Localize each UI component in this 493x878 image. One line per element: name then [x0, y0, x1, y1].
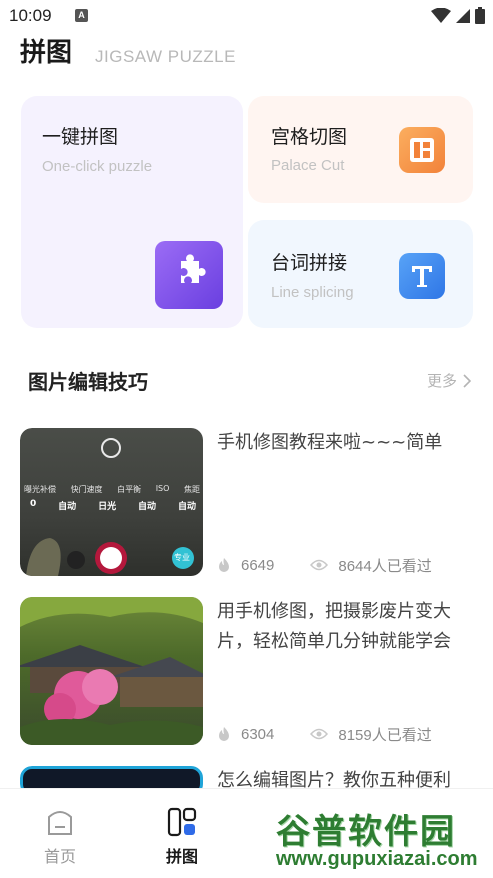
flame-icon [219, 727, 229, 741]
status-time: 10:09 [9, 6, 52, 25]
article-stats: 6304 8159人已看过 [217, 723, 432, 745]
article-title: 用手机修图，把摄影废片变大片，轻松简单几分钟就能学会 [217, 601, 451, 652]
thumb-value: 自动 [177, 502, 196, 512]
thumb-badge: 专业 [174, 553, 190, 562]
article-card[interactable]: 用手机修图，把摄影废片变大片，轻松简单几分钟就能学会 6304 8159人已看过 [20, 597, 472, 745]
accessibility-icon: A [75, 9, 88, 22]
status-bar: 10:09 A [0, 0, 493, 32]
chevron-right-icon [463, 373, 471, 388]
palace-cut-title: 宫格切图 [271, 126, 348, 148]
views-count: 8644人已看过 [338, 557, 432, 575]
tab-puzzle-label: 拼图 [166, 847, 199, 866]
article-stats: 6649 8644人已看过 [217, 554, 432, 576]
palace-cut-subtitle: Palace Cut [271, 157, 345, 174]
views-stat: 8644人已看过 [310, 555, 432, 576]
thumb-label: 白平衡 [117, 485, 142, 494]
page-subtitle: JIGSAW PUZZLE [95, 47, 236, 66]
more-label: 更多 [426, 372, 457, 390]
more-link[interactable]: 更多 [427, 370, 471, 391]
watermark: 谷普软件园 www.gupuxiazai.com [268, 800, 490, 875]
oneclick-puzzle-subtitle: One-click puzzle [42, 158, 153, 175]
tab-home[interactable]: 首页 [44, 807, 76, 867]
tab-home-label: 首页 [44, 847, 77, 866]
wifi-icon [431, 7, 451, 23]
thumb-value: 0 [30, 499, 37, 509]
home-icon [48, 811, 72, 835]
thumb-label: 焦距 [183, 485, 200, 494]
views-stat: 8159人已看过 [310, 724, 432, 745]
tab-puzzle[interactable]: 拼图 [166, 807, 198, 867]
thumb-value: 自动 [58, 502, 77, 512]
article-card[interactable]: 曝光补偿 快门速度 白平衡 ISO 焦距 0 自动 日光 自动 自动 专业 手机… [20, 428, 472, 576]
eye-icon [310, 559, 329, 571]
eye-icon [310, 728, 329, 740]
oneclick-puzzle-title: 一键拼图 [42, 126, 119, 148]
battery-icon [475, 7, 485, 24]
flame-icon [219, 558, 229, 572]
puzzle-icon [155, 241, 223, 309]
article-thumbnail: 曝光补偿 快门速度 白平衡 ISO 焦距 0 自动 日光 自动 自动 专业 [20, 428, 203, 576]
likes-stat: 6649 [217, 557, 274, 574]
status-indicators [431, 7, 485, 24]
line-splicing-title: 台词拼接 [271, 252, 348, 274]
watermark-url: www.gupuxiazai.com [276, 848, 478, 870]
thumb-label: ISO [155, 484, 170, 493]
article-title: 手机修图教程来啦~~~简单 [217, 432, 443, 453]
line-splicing-subtitle: Line splicing [271, 284, 354, 301]
article-thumbnail [20, 597, 203, 745]
oneclick-puzzle-card[interactable]: 一键拼图 One-click puzzle [21, 96, 243, 328]
grid-layout-icon [399, 127, 445, 173]
likes-stat: 6304 [217, 726, 274, 743]
signal-icon [456, 8, 470, 23]
thumb-label: 曝光补偿 [24, 485, 56, 494]
watermark-title: 谷普软件园 [276, 812, 456, 852]
thumb-values: 0 自动 日光 自动 自动 [30, 499, 196, 512]
likes-count: 6304 [241, 725, 275, 743]
text-t-icon [399, 253, 445, 299]
page-title: 拼图 [20, 38, 73, 68]
thumb-labels: 曝光补偿 快门速度 白平衡 ISO 焦距 [24, 484, 200, 495]
likes-count: 6649 [241, 556, 275, 574]
palace-cut-card[interactable]: 宫格切图 Palace Cut [248, 96, 473, 203]
thumb-value: 日光 [98, 502, 117, 512]
thumb-label: 快门速度 [70, 485, 103, 494]
section-title: 图片编辑技巧 [28, 370, 148, 394]
puzzle-grid-icon [167, 807, 197, 837]
line-splicing-card[interactable]: 台词拼接 Line splicing [248, 220, 473, 328]
thumb-value: 自动 [138, 502, 157, 512]
views-count: 8159人已看过 [338, 726, 432, 744]
